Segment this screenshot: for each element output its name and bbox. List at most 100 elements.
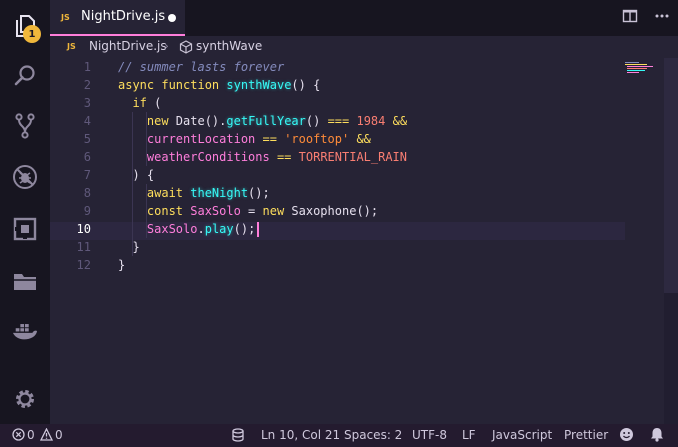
extensions-icon[interactable] [12, 216, 38, 242]
language-mode[interactable]: JavaScript [492, 428, 552, 442]
indentation[interactable]: Spaces: 2 [344, 428, 402, 442]
code-text: const SaxSolo = new Saxophone(); [118, 202, 378, 220]
code-line[interactable]: 6 weatherConditions == TORRENTIAL_RAIN [50, 148, 650, 166]
line-number: 6 [83, 150, 91, 164]
code-token: Saxophone [291, 204, 357, 218]
source-control-icon[interactable] [12, 113, 38, 139]
code-token: new [118, 114, 176, 128]
code-line[interactable]: 12} [50, 256, 650, 274]
code-text: SaxSolo.play(); [118, 220, 260, 238]
code-text: weatherConditions == TORRENTIAL_RAIN [118, 148, 407, 166]
code-token: = [248, 204, 263, 218]
code-token: == [262, 132, 277, 146]
code-token: async [118, 78, 162, 92]
js-file-icon: JS [67, 42, 76, 51]
code-token: weatherConditions [118, 150, 277, 164]
editor-window: 1 JS NightDrive.js JS NightDrive.js › sy… [0, 0, 678, 447]
code-line[interactable]: 7 ) { [50, 166, 650, 184]
warning-count[interactable]: 0 [55, 428, 63, 442]
breadcrumb-separator: › [164, 39, 169, 53]
code-text: // summer lasts forever [118, 58, 284, 76]
code-token: == [276, 150, 292, 164]
cube-symbol-icon [179, 40, 193, 57]
code-text: currentLocation == 'rooftop' && [118, 130, 371, 148]
line-number: 2 [83, 78, 91, 92]
code-token: // summer lasts forever [118, 60, 285, 74]
code-token: () { [291, 78, 321, 92]
code-line[interactable]: 2 async function synthWave() { [50, 76, 650, 94]
status-bar: 0 0 Ln 10, Col 21 Spaces: 2 UTF-8 LF Jav… [0, 424, 678, 447]
code-token: (); [233, 222, 256, 236]
scrollbar-thumb[interactable] [664, 58, 678, 293]
code-line[interactable]: 3 if ( [50, 94, 650, 112]
code-line[interactable]: 8 await theNight(); [50, 184, 650, 202]
code-text: } [118, 256, 125, 274]
text-cursor [257, 222, 260, 237]
breadcrumb-file[interactable]: NightDrive.js [89, 39, 167, 53]
code-token: (); [356, 204, 379, 218]
code-line[interactable]: 11 } [50, 238, 650, 256]
warning-icon[interactable] [39, 427, 54, 444]
tab-nightdrive[interactable]: JS NightDrive.js [50, 0, 185, 36]
database-icon[interactable] [231, 428, 245, 445]
code-token: await [118, 186, 191, 200]
code-token: ) { [118, 168, 155, 182]
code-text: async function synthWave() { [118, 76, 320, 94]
code-token: === [327, 114, 350, 128]
more-actions-icon[interactable] [654, 8, 670, 28]
code-token: (). [204, 114, 227, 128]
code-token: new [262, 204, 292, 218]
debug-icon[interactable] [12, 164, 38, 190]
folder-icon[interactable] [12, 268, 38, 294]
tab-title: NightDrive.js [81, 9, 166, 24]
breadcrumb: JS NightDrive.js › synthWave [50, 36, 678, 58]
code-token: SaxSolo [118, 222, 198, 236]
code-token: (); [248, 186, 270, 200]
error-count[interactable]: 0 [27, 428, 35, 442]
code-token: && [356, 132, 371, 146]
notification-bell-icon[interactable] [650, 427, 664, 445]
line-number: 3 [83, 96, 91, 110]
tab-actions [622, 8, 670, 28]
code-line[interactable]: 1 // summer lasts forever [50, 58, 650, 76]
search-icon[interactable] [12, 62, 38, 88]
breadcrumb-symbol[interactable]: synthWave [196, 39, 262, 53]
line-number: 8 [83, 186, 91, 200]
code-token: SaxSolo [190, 204, 249, 218]
encoding[interactable]: UTF-8 [412, 428, 447, 442]
code-token: } [118, 258, 126, 272]
code-token: 1984 [356, 114, 386, 128]
minimap[interactable] [625, 62, 653, 74]
code-line[interactable]: 9 const SaxSolo = new Saxophone(); [50, 202, 650, 220]
code-text: ) { [118, 166, 154, 184]
code-token: ( [154, 96, 162, 110]
end-of-line[interactable]: LF [462, 428, 476, 442]
line-number: 7 [83, 168, 91, 182]
formatter[interactable]: Prettier [564, 428, 608, 442]
docker-icon[interactable] [12, 318, 38, 344]
code-text: } [118, 238, 139, 256]
code-editor[interactable]: 1 // summer lasts forever 2 async function … [50, 58, 678, 424]
activity-bar: 1 [0, 0, 50, 424]
code-token: play [204, 222, 234, 236]
split-editor-icon[interactable] [622, 8, 638, 28]
code-line[interactable]: 10 SaxSolo.play(); [50, 220, 650, 238]
cursor-position[interactable]: Ln 10, Col 21 [261, 428, 340, 442]
line-number: 4 [83, 114, 91, 128]
dirty-dot-icon[interactable] [168, 14, 176, 22]
code-line[interactable]: 4 new Date().getFullYear() === 1984 && [50, 112, 650, 130]
line-number: 5 [83, 132, 91, 146]
code-token: synthWave [226, 78, 292, 92]
code-token: && [392, 114, 408, 128]
line-number: 10 [76, 222, 91, 236]
code-token: . [197, 222, 205, 236]
vertical-scrollbar[interactable] [664, 58, 678, 424]
feedback-smiley-icon[interactable] [619, 427, 634, 445]
code-line[interactable]: 5 currentLocation == 'rooftop' && [50, 130, 650, 148]
code-token: TORRENTIAL_RAIN [298, 150, 408, 164]
settings-gear-icon[interactable] [12, 386, 38, 412]
code-token: currentLocation [118, 132, 263, 146]
error-icon[interactable] [12, 428, 25, 444]
